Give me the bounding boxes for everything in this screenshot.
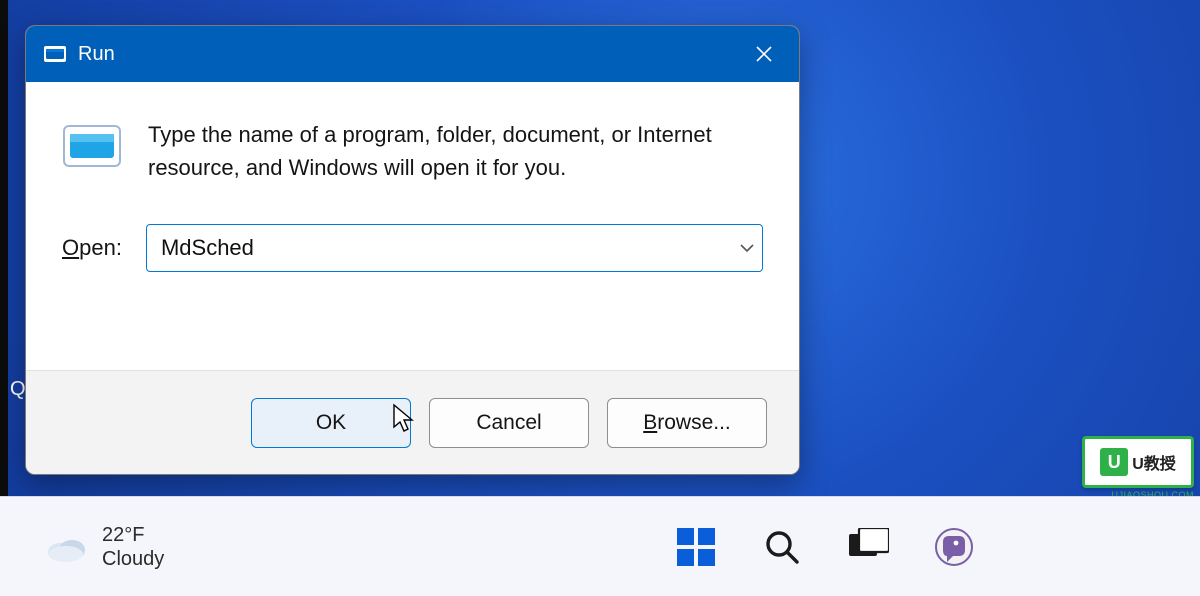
run-large-icon	[62, 122, 122, 170]
taskbar: 22°F Cloudy	[0, 496, 1200, 596]
chat-icon	[933, 526, 975, 568]
close-icon	[755, 45, 773, 63]
cancel-button[interactable]: Cancel	[429, 398, 589, 448]
search-button[interactable]	[756, 521, 808, 573]
button-bar: OK Cancel Browse...	[26, 370, 799, 474]
weather-widget[interactable]: 22°F Cloudy	[44, 523, 164, 571]
task-view-icon	[847, 528, 889, 566]
watermark-logo: U U教授	[1082, 436, 1194, 488]
stray-letter: Q	[10, 378, 26, 401]
left-border	[0, 0, 8, 496]
desktop: Q Run	[0, 0, 1200, 596]
close-button[interactable]	[729, 26, 799, 82]
watermark-brand: U教授	[1132, 450, 1176, 474]
chat-button[interactable]	[928, 521, 980, 573]
weather-condition: Cloudy	[102, 547, 164, 571]
weather-text: 22°F Cloudy	[102, 523, 164, 571]
chevron-down-icon[interactable]	[740, 240, 762, 256]
open-input[interactable]	[147, 235, 740, 261]
start-button[interactable]	[670, 521, 722, 573]
watermark-u-icon: U	[1100, 448, 1128, 476]
open-label: Open:	[62, 235, 122, 261]
run-dialog: Run Type the name of a program, fo	[25, 25, 800, 475]
browse-button[interactable]: Browse...	[607, 398, 767, 448]
dialog-body: Type the name of a program, folder, docu…	[26, 82, 799, 370]
ok-button[interactable]: OK	[251, 398, 411, 448]
task-view-button[interactable]	[842, 521, 894, 573]
dialog-description: Type the name of a program, folder, docu…	[148, 118, 763, 184]
dialog-title: Run	[78, 43, 115, 66]
cloud-icon	[44, 532, 86, 562]
open-combobox[interactable]	[146, 224, 763, 272]
search-icon	[762, 527, 802, 567]
titlebar[interactable]: Run	[26, 26, 799, 82]
run-icon	[44, 46, 66, 62]
weather-temp: 22°F	[102, 523, 164, 547]
windows-icon	[675, 526, 717, 568]
